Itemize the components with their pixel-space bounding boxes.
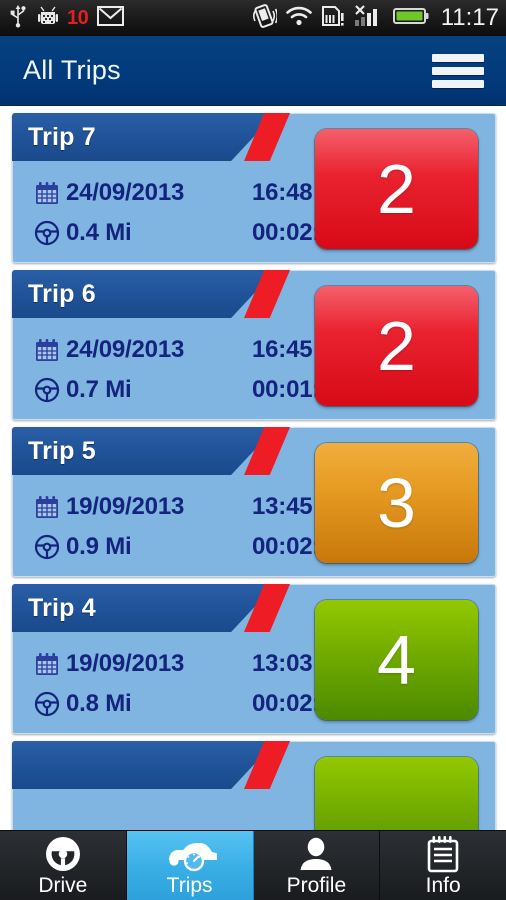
calendar-icon xyxy=(34,651,60,677)
trip-score-badge xyxy=(315,757,478,830)
trip-time: 16:48 xyxy=(252,179,313,206)
menu-bar-3 xyxy=(432,79,484,88)
phone-screen: 10 11:17 All Trips Trip 7 24/09/2013 16:… xyxy=(0,0,506,900)
trip-distance-row: 0.8 Mi 00:02:03 xyxy=(34,690,347,718)
steering-wheel-icon xyxy=(34,691,60,717)
trip-title: Trip 5 xyxy=(28,436,96,465)
person-icon xyxy=(297,835,335,873)
sd-card-warning-icon xyxy=(321,4,345,33)
calendar-icon xyxy=(34,337,60,363)
nav-label-profile: Profile xyxy=(286,874,347,897)
page-title: All Trips xyxy=(23,55,121,85)
trip-date: 24/09/2013 xyxy=(66,179,185,206)
trip-date: 24/09/2013 xyxy=(66,336,185,363)
trip-time: 13:03 xyxy=(252,650,313,677)
nav-label-info: Info xyxy=(425,874,461,897)
trip-title: Trip 7 xyxy=(28,122,96,151)
trip-card[interactable]: Trip 5 19/09/2013 13:45 0.9 Mi 00:02:35 … xyxy=(12,427,496,577)
nav-item-drive[interactable]: Drive xyxy=(0,831,127,900)
status-bar-left-icons: 10 xyxy=(7,4,125,33)
trip-date-row: 24/09/2013 16:48 xyxy=(34,179,313,207)
trip-date-row: 24/09/2013 16:45 xyxy=(34,336,313,364)
trip-score-badge: 2 xyxy=(315,129,478,249)
trip-distance: 0.8 Mi xyxy=(66,690,132,717)
notepad-icon xyxy=(426,835,460,873)
status-bar-right-icons: 11:17 xyxy=(251,3,499,33)
trip-distance-row: 0.4 Mi 00:02:29 xyxy=(34,219,347,247)
notification-count: 10 xyxy=(67,7,89,29)
trip-date-row: 19/09/2013 13:45 xyxy=(34,493,313,521)
calendar-icon xyxy=(34,180,60,206)
header-navy-shape xyxy=(12,741,276,789)
gmail-icon xyxy=(97,5,125,32)
hamburger-menu-icon[interactable] xyxy=(432,51,484,91)
battery-icon xyxy=(392,6,429,31)
trip-time: 13:45 xyxy=(252,493,313,520)
steering-wheel-icon xyxy=(34,377,60,403)
nav-item-info[interactable]: Info xyxy=(380,831,506,900)
nav-label-drive: Drive xyxy=(38,874,88,897)
trip-distance-row: 0.9 Mi 00:02:35 xyxy=(34,533,347,561)
trip-date-row: 19/09/2013 13:03 xyxy=(34,650,313,678)
trip-time: 16:45 xyxy=(252,336,313,363)
trip-distance: 0.4 Mi xyxy=(66,219,132,246)
android-debug-icon xyxy=(38,4,58,33)
trip-date: 19/09/2013 xyxy=(66,650,185,677)
nav-label-trips: Trips xyxy=(166,874,213,897)
no-signal-icon xyxy=(353,4,385,33)
menu-bar-2 xyxy=(432,66,484,75)
vibrate-icon xyxy=(251,3,278,33)
steering-wheel-icon xyxy=(34,220,60,246)
trip-card[interactable]: Trip 7 24/09/2013 16:48 0.4 Mi 00:02:29 … xyxy=(12,113,496,263)
trip-card-partial[interactable] xyxy=(12,741,496,830)
nav-item-profile[interactable]: Profile xyxy=(253,831,381,900)
trip-list[interactable]: Trip 7 24/09/2013 16:48 0.4 Mi 00:02:29 … xyxy=(0,106,506,830)
trip-score-badge: 3 xyxy=(315,443,478,563)
trip-distance-row: 0.7 Mi 00:01:44 xyxy=(34,376,347,404)
trip-distance: 0.7 Mi xyxy=(66,376,132,403)
usb-icon xyxy=(7,4,29,33)
nav-item-trips[interactable]: Trips xyxy=(126,831,254,900)
trip-title: Trip 6 xyxy=(28,279,96,308)
trip-score-badge: 2 xyxy=(315,286,478,406)
trip-title: Trip 4 xyxy=(28,593,96,622)
bottom-navigation: Drive Trips Profile Info xyxy=(0,830,506,900)
trip-card[interactable]: Trip 4 19/09/2013 13:03 0.8 Mi 00:02:03 … xyxy=(12,584,496,734)
status-bar: 10 11:17 xyxy=(0,0,506,36)
steering-wheel-icon xyxy=(34,534,60,560)
trip-card[interactable]: Trip 6 24/09/2013 16:45 0.7 Mi 00:01:44 … xyxy=(12,270,496,420)
trip-date: 19/09/2013 xyxy=(66,493,185,520)
menu-bar-1 xyxy=(432,53,484,62)
calendar-icon xyxy=(34,494,60,520)
trip-distance: 0.9 Mi xyxy=(66,533,132,560)
steering-wheel-icon xyxy=(44,835,82,873)
trip-score-badge: 4 xyxy=(315,600,478,720)
wifi-icon xyxy=(285,5,313,32)
car-speedometer-icon xyxy=(163,835,217,873)
status-bar-clock: 11:17 xyxy=(440,4,499,31)
action-bar: All Trips xyxy=(0,36,506,106)
